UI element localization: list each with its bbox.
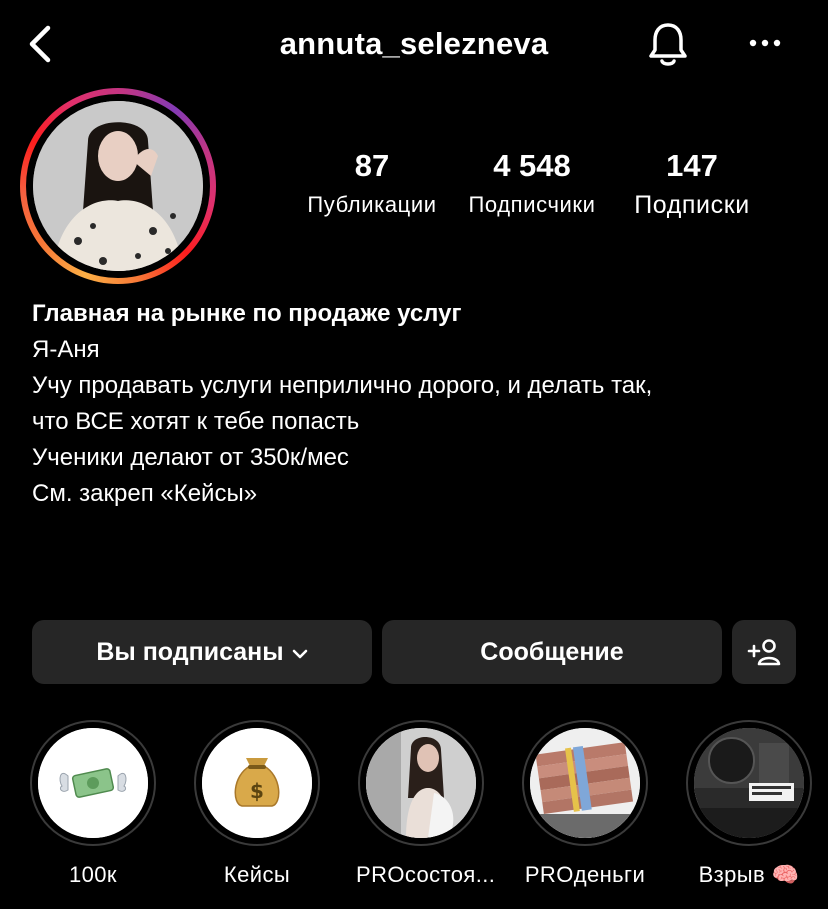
svg-text:$: $ <box>250 779 264 803</box>
story-highlight[interactable]: PROсостоя... <box>356 720 496 890</box>
story-highlight[interactable]: PROденьги <box>520 720 650 890</box>
story-highlight[interactable]: $ Кейсы <box>192 720 322 890</box>
highlight-photo-money-stack <box>530 728 640 838</box>
profile-bio: Главная на рынке по продаже услуг Я-Аня … <box>32 296 812 512</box>
highlight-label: Кейсы <box>223 862 291 887</box>
highlight-cover <box>38 728 148 838</box>
story-highlight[interactable]: Взрыв 🧠 <box>684 720 814 890</box>
highlight-label: PROденьги <box>524 862 646 887</box>
suggested-users-button[interactable] <box>732 620 796 684</box>
highlight-ring <box>686 720 812 846</box>
highlight-ring <box>358 720 484 846</box>
notifications-button[interactable] <box>645 20 691 68</box>
bio-line: что ВСЕ хотят к тебе попасть <box>32 408 360 435</box>
avatar <box>33 101 203 271</box>
highlight-cover <box>694 728 804 838</box>
more-options-button[interactable] <box>745 28 785 58</box>
profile-avatar-story-ring[interactable] <box>20 88 216 284</box>
stat-posts[interactable]: 87 Публикации <box>292 148 452 220</box>
highlight-label: 100к <box>69 862 117 887</box>
message-button[interactable]: Сообщение <box>382 620 722 684</box>
stat-followers[interactable]: 4 548 Подписчики <box>452 148 612 220</box>
stat-posts-count: 87 <box>354 148 390 183</box>
money-bag-icon: $ <box>202 728 312 838</box>
bio-title: Главная на рынке по продаже услуг <box>32 300 462 327</box>
stat-followers-label: Подписчики <box>468 192 596 217</box>
highlight-ring: $ <box>194 720 320 846</box>
story-highlight[interactable]: 100к <box>28 720 158 890</box>
bio-line: Я-Аня <box>32 336 100 363</box>
stat-following-count: 147 <box>666 148 718 183</box>
following-button[interactable]: Вы подписаны <box>32 620 372 684</box>
highlight-label: PROсостоя... <box>356 862 496 887</box>
avatar-photo-illustration <box>33 101 203 271</box>
profile-header: annuta_selezneva <box>0 0 828 90</box>
stat-followers-count: 4 548 <box>493 148 571 183</box>
more-horizontal-icon <box>749 39 781 47</box>
money-with-wings-icon <box>38 728 148 838</box>
bio-line: См. закреп «Кейсы» <box>32 480 258 507</box>
highlight-ring <box>522 720 648 846</box>
profile-username: annuta_selezneva <box>279 26 549 61</box>
highlight-cover <box>366 728 476 838</box>
add-user-icon <box>747 639 781 666</box>
stat-following-label: Подписки <box>634 191 750 219</box>
highlight-photo-room <box>694 728 804 838</box>
bio-line: Ученики делают от 350к/мес <box>32 444 349 471</box>
highlight-photo-woman <box>366 728 476 838</box>
chevron-down-icon <box>292 638 308 667</box>
message-button-label: Сообщение <box>480 637 624 666</box>
highlight-ring <box>30 720 156 846</box>
avatar-ring-gap <box>26 94 210 278</box>
bell-icon <box>649 23 687 66</box>
stat-posts-label: Публикации <box>307 192 437 217</box>
stat-following[interactable]: 147 Подписки <box>612 148 772 220</box>
highlight-label: Взрыв 🧠 <box>698 862 800 887</box>
bio-line: Учу продавать услуги неприлично дорого, … <box>32 372 653 399</box>
highlight-cover: $ <box>202 728 312 838</box>
highlight-cover <box>530 728 640 838</box>
following-button-label: Вы подписаны <box>96 637 284 666</box>
